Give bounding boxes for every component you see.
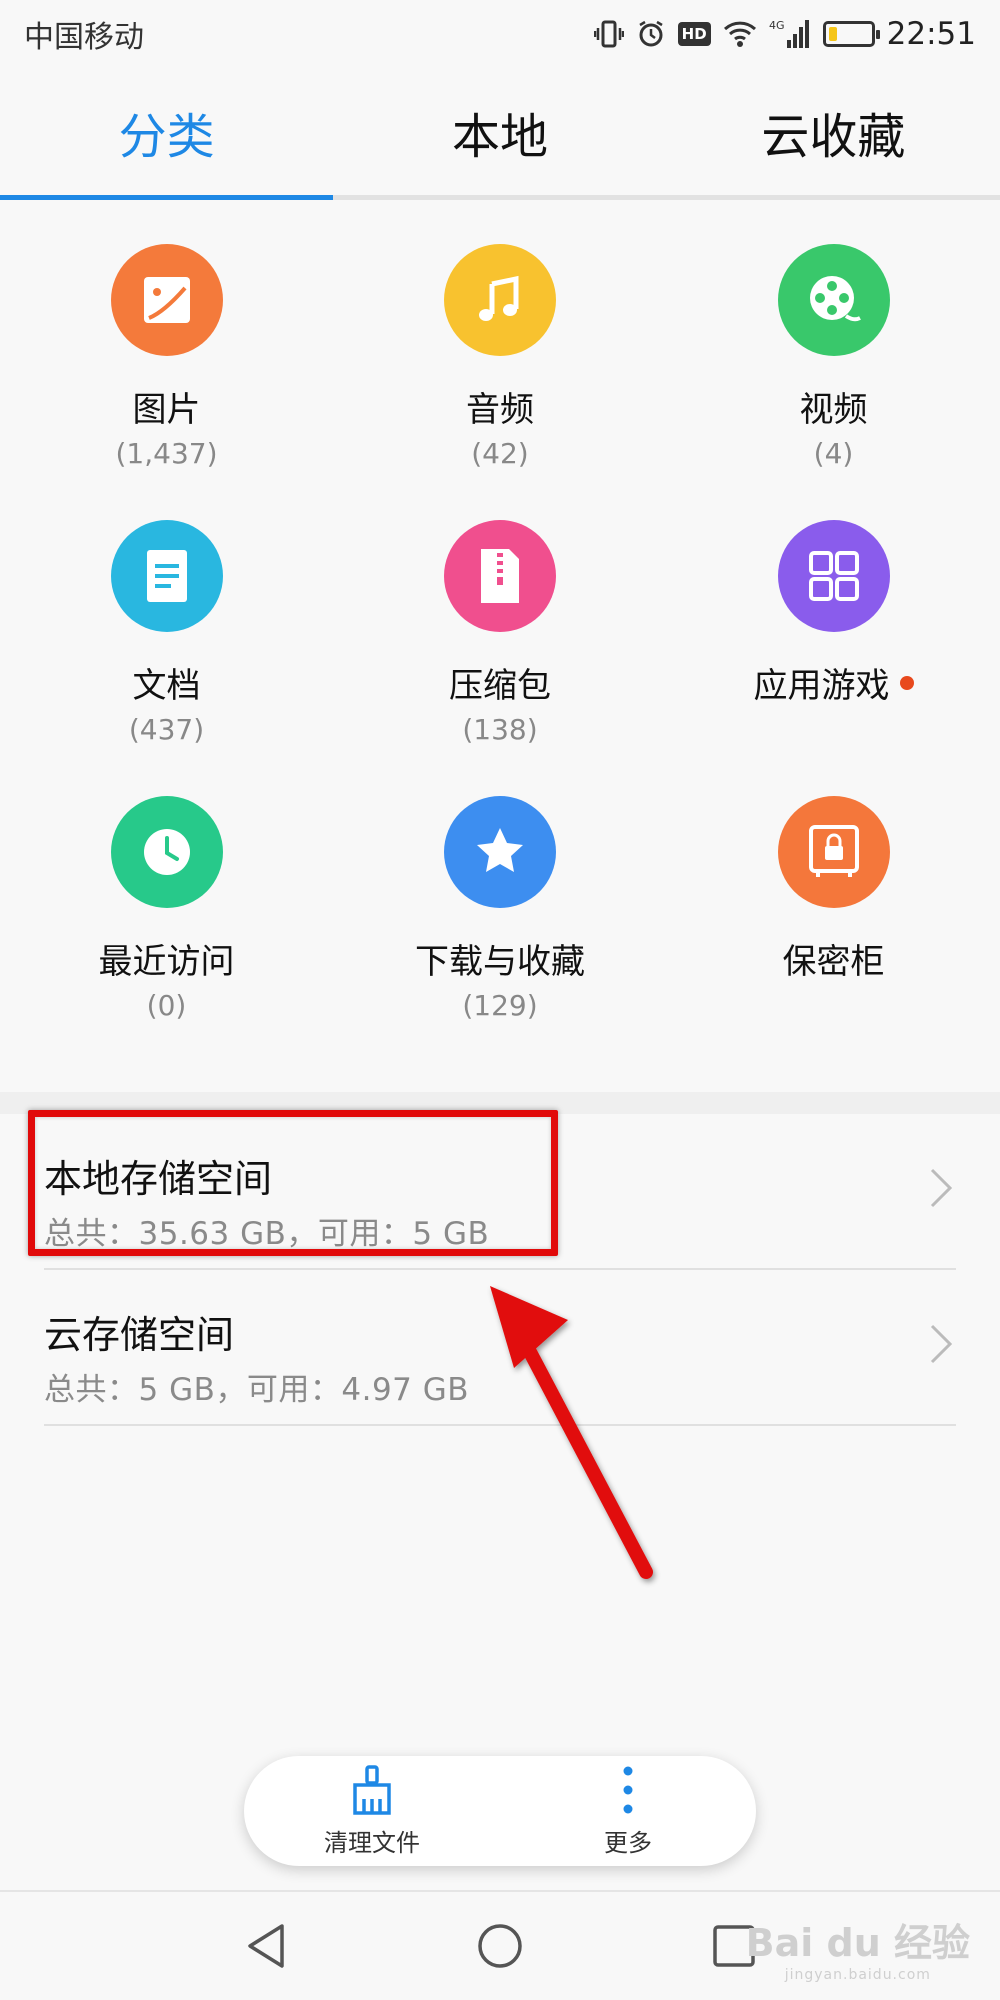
category-downloads-favorites[interactable]: 下载与收藏 (129): [333, 782, 667, 1050]
clock: 22:51: [886, 16, 976, 52]
watermark-url: jingyan.baidu.com: [784, 1967, 931, 1983]
battery-level-fill: [828, 27, 837, 41]
alarm-icon: [636, 19, 666, 49]
safe-lock-icon: [777, 796, 890, 908]
category-label: 图片: [132, 390, 201, 430]
category-count: (42): [471, 437, 529, 470]
category-label: 最近访问: [98, 942, 235, 982]
tab-category[interactable]: 分类: [0, 68, 334, 200]
more-label: 更多: [604, 1828, 652, 1857]
clean-files-button[interactable]: 清理文件: [287, 1764, 457, 1858]
carrier-name: 中国移动: [24, 20, 144, 55]
category-label-wrap: 应用游戏: [754, 658, 914, 707]
category-apps-games[interactable]: 应用游戏: [667, 506, 1000, 774]
category-safe[interactable]: 保密柜: [667, 782, 1000, 1050]
category-archives[interactable]: 压缩包 (138): [333, 506, 667, 774]
home-icon[interactable]: [476, 1922, 524, 1970]
bottom-action-bar: 清理文件 更多: [244, 1756, 756, 1866]
watermark-text: Bai du 经验: [745, 1921, 970, 1965]
status-bar: 中国移动 HD 4G 22:51: [0, 0, 1000, 68]
signal-icon: 4G: [769, 18, 811, 50]
chevron-right-icon: [930, 1324, 953, 1364]
category-label: 应用游戏: [753, 666, 890, 706]
category-label: 文档: [132, 666, 201, 706]
image-icon: [110, 244, 223, 356]
more-button[interactable]: 更多: [543, 1765, 713, 1858]
clean-files-label: 清理文件: [324, 1828, 420, 1857]
film-reel-icon: [777, 244, 890, 356]
music-note-icon: [444, 244, 556, 356]
more-vertical-icon: [623, 1766, 633, 1813]
category-count: (1,437): [115, 437, 218, 470]
category-label: 压缩包: [449, 666, 551, 706]
annotation-highlight-box: [28, 1110, 558, 1256]
category-label: 音频: [466, 390, 534, 430]
annotation-arrow: [490, 1286, 653, 1579]
apps-grid-icon: [777, 520, 890, 632]
status-icons: HD 4G 22:51: [593, 16, 976, 52]
top-tabs: 分类 本地 云收藏: [0, 68, 1000, 200]
storage-title: 云存储空间: [44, 1313, 235, 1357]
category-label: 视频: [799, 390, 868, 430]
category-count: (0): [146, 989, 187, 1022]
category-documents[interactable]: 文档 (437): [0, 506, 333, 774]
document-icon: [110, 520, 223, 632]
vibrate-icon: [593, 19, 624, 49]
back-icon[interactable]: [244, 1922, 288, 1970]
category-video[interactable]: 视频 (4): [667, 230, 1000, 498]
file-manager-screen: 中国移动 HD 4G 22:51 分类 本地 云收藏 图片 (1,437) 音频…: [0, 0, 1000, 2000]
category-label: 保密柜: [782, 942, 885, 982]
hd-badge: HD: [677, 22, 711, 46]
archive-zip-icon: [444, 520, 556, 632]
category-images[interactable]: 图片 (1,437): [0, 230, 333, 498]
category-count: (129): [462, 989, 538, 1022]
broom-icon: [353, 1764, 391, 1815]
tab-local[interactable]: 本地: [333, 68, 666, 195]
category-count: (437): [128, 713, 205, 746]
storage-detail: 总共：5 GB，可用：4.97 GB: [44, 1372, 470, 1408]
network-type-label: 4G: [769, 19, 785, 32]
baidu-jingyan-watermark: Bai du 经验 jingyan.baidu.com: [746, 1912, 970, 1983]
new-badge-dot: [899, 675, 914, 690]
tab-cloud-favorites[interactable]: 云收藏: [667, 68, 1000, 195]
clock-icon: [110, 796, 223, 908]
wifi-icon: [723, 20, 757, 48]
star-icon: [444, 796, 556, 908]
category-count: (4): [813, 437, 854, 470]
category-recent[interactable]: 最近访问 (0): [0, 782, 333, 1050]
battery-icon: [822, 21, 880, 47]
category-count: (138): [462, 713, 538, 746]
category-grid: 图片 (1,437) 音频 (42) 视频 (4) 文档 (437) 压缩包 (…: [0, 230, 1000, 1050]
chevron-right-icon: [930, 1168, 953, 1208]
category-label: 下载与收藏: [415, 942, 585, 982]
category-audio[interactable]: 音频 (42): [333, 230, 667, 498]
